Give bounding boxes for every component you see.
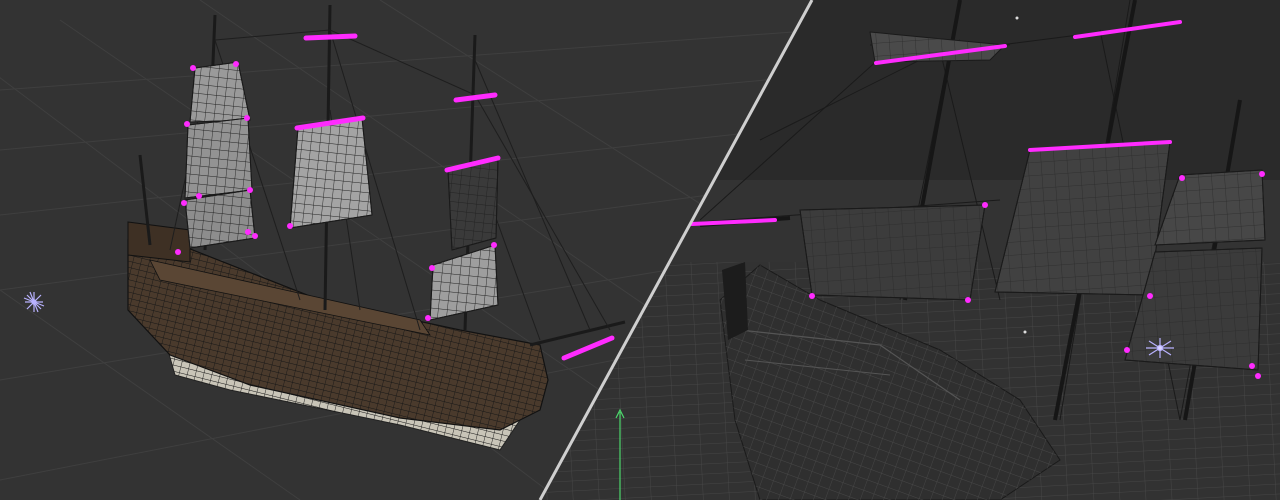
viewport-canvas xyxy=(0,0,1280,500)
light-gizmo-icon[interactable] xyxy=(23,291,45,313)
viewport-scene xyxy=(0,0,1280,500)
